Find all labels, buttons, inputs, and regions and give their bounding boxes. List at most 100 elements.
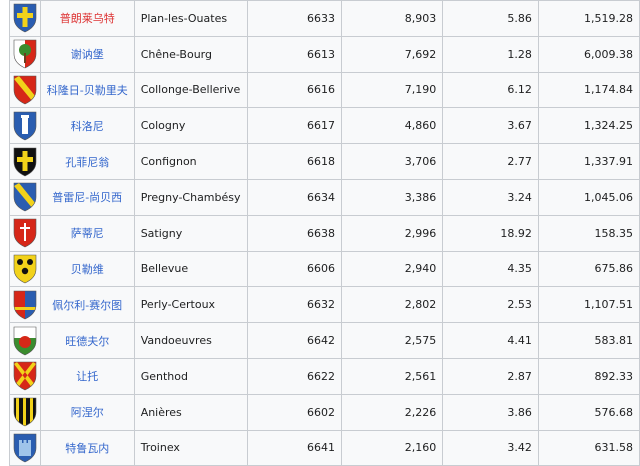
commune-link[interactable]: 阿涅尔 [71, 406, 104, 419]
table-row: 让托 Genthod 6622 2,561 2.87 892.33 [9, 357, 640, 395]
coat-of-arms-icon[interactable] [10, 147, 39, 177]
commune-link[interactable]: 普雷尼-尚贝西 [52, 191, 122, 204]
commune-link[interactable]: 佩尔利-赛尔图 [52, 299, 122, 312]
coat-of-arms-cell [9, 107, 41, 145]
chinese-name-cell: 孔菲尼翁 [39, 143, 135, 180]
commune-code-cell: 6606 [246, 250, 342, 288]
coat-of-arms-icon[interactable] [10, 39, 39, 69]
table-row: 普雷尼-尚贝西 Pregny-Chambésy 6634 3,386 3.24 1,045… [9, 178, 640, 216]
table-row: 佩尔利-赛尔图 Perly-Certoux 6632 2,802 2.53 1,107.5… [9, 286, 640, 324]
commune-code-cell: 6613 [246, 35, 342, 73]
table-row: 贝勒维 Bellevue 6606 2,940 4.35 675.86 [9, 250, 640, 288]
chinese-name-cell: 科洛尼 [39, 107, 135, 145]
commune-link[interactable]: 特鲁瓦内 [65, 442, 109, 455]
population-cell: 2,226 [340, 393, 444, 431]
chinese-name-cell: 普雷尼-尚贝西 [39, 178, 135, 216]
area-cell: 2.87 [442, 357, 539, 395]
coat-of-arms-icon[interactable] [10, 75, 39, 105]
area-cell: 4.41 [442, 322, 539, 359]
coat-of-arms-icon[interactable] [10, 182, 39, 212]
coat-of-arms-icon[interactable] [10, 111, 39, 141]
density-cell: 675.86 [537, 250, 640, 288]
coat-of-arms-cell [9, 178, 41, 216]
coat-of-arms-icon[interactable] [10, 433, 39, 463]
coat-of-arms-icon[interactable] [10, 290, 39, 320]
commune-link[interactable]: 旺德夫尔 [65, 335, 109, 348]
chinese-name-cell: 谢讷堡 [39, 35, 135, 73]
coat-of-arms-cell [9, 143, 41, 180]
coat-of-arms-icon[interactable] [10, 397, 39, 427]
french-name-cell: Satigny [133, 214, 248, 252]
population-cell: 2,802 [340, 286, 444, 324]
area-cell: 1.28 [442, 35, 539, 73]
commune-link[interactable]: 科隆日-贝勒里夫 [47, 84, 128, 97]
area-cell: 3.42 [442, 429, 539, 466]
commune-link[interactable]: 萨蒂尼 [71, 227, 104, 240]
population-cell: 2,940 [340, 250, 444, 288]
coat-of-arms-cell [9, 322, 41, 359]
density-cell: 1,324.25 [537, 107, 640, 145]
french-name-cell: Collonge-Bellerive [133, 71, 248, 109]
commune-link[interactable]: 让托 [76, 370, 98, 383]
french-name-cell: Pregny-Chambésy [133, 178, 248, 216]
area-cell: 5.86 [442, 0, 539, 37]
coat-of-arms-icon[interactable] [10, 326, 39, 356]
coat-of-arms-icon[interactable] [10, 3, 39, 33]
coat-of-arms-icon[interactable] [10, 218, 39, 248]
french-name-cell: Vandoeuvres [133, 322, 248, 359]
commune-code-cell: 6638 [246, 214, 342, 252]
area-cell: 3.24 [442, 178, 539, 216]
population-cell: 8,903 [340, 0, 444, 37]
commune-code-cell: 6602 [246, 393, 342, 431]
commune-link[interactable]: 孔菲尼翁 [65, 156, 109, 169]
commune-code-cell: 6617 [246, 107, 342, 145]
density-cell: 6,009.38 [537, 35, 640, 73]
table-row: 萨蒂尼 Satigny 6638 2,996 18.92 158.35 [9, 214, 640, 252]
coat-of-arms-cell [9, 214, 41, 252]
chinese-name-cell: 萨蒂尼 [39, 214, 135, 252]
commune-link[interactable]: 科洛尼 [71, 120, 104, 133]
population-cell: 2,575 [340, 322, 444, 359]
density-cell: 1,045.06 [537, 178, 640, 216]
commune-code-cell: 6618 [246, 143, 342, 180]
table-row: 孔菲尼翁 Confignon 6618 3,706 2.77 1,337.91 [9, 143, 640, 180]
table-row: 特鲁瓦内 Troinex 6641 2,160 3.42 631.58 [9, 429, 640, 466]
commune-code-cell: 6642 [246, 322, 342, 359]
density-cell: 1,337.91 [537, 143, 640, 180]
chinese-name-cell: 贝勒维 [39, 250, 135, 288]
density-cell: 1,519.28 [537, 0, 640, 37]
communes-table: 普朗莱乌特 Plan-les-Ouates 6633 8,903 5.86 1,519.2… [9, 0, 640, 466]
chinese-name-cell: 旺德夫尔 [39, 322, 135, 359]
coat-of-arms-cell [9, 286, 41, 324]
coat-of-arms-icon[interactable] [10, 361, 39, 391]
area-cell: 6.12 [442, 71, 539, 109]
commune-link[interactable]: 贝勒维 [71, 263, 104, 276]
commune-link[interactable]: 普朗莱乌特 [60, 12, 115, 25]
chinese-name-cell: 佩尔利-赛尔图 [39, 286, 135, 324]
commune-code-cell: 6633 [246, 0, 342, 37]
french-name-cell: Perly-Certoux [133, 286, 248, 324]
population-cell: 4,860 [340, 107, 444, 145]
french-name-cell: Genthod [133, 357, 248, 395]
chinese-name-cell: 阿涅尔 [39, 393, 135, 431]
area-cell: 3.67 [442, 107, 539, 145]
commune-link[interactable]: 谢讷堡 [71, 48, 104, 61]
coat-of-arms-cell [9, 429, 41, 466]
coat-of-arms-cell [9, 357, 41, 395]
coat-of-arms-icon[interactable] [10, 254, 39, 284]
table-row: 旺德夫尔 Vandoeuvres 6642 2,575 4.41 583.81 [9, 322, 640, 359]
chinese-name-cell: 普朗莱乌特 [39, 0, 135, 37]
french-name-cell: Cologny [133, 107, 248, 145]
french-name-cell: Anières [133, 393, 248, 431]
coat-of-arms-cell [9, 250, 41, 288]
french-name-cell: Confignon [133, 143, 248, 180]
area-cell: 2.77 [442, 143, 539, 180]
table-row: 阿涅尔 Anières 6602 2,226 3.86 576.68 [9, 393, 640, 431]
density-cell: 1,174.84 [537, 71, 640, 109]
chinese-name-cell: 让托 [39, 357, 135, 395]
density-cell: 158.35 [537, 214, 640, 252]
table-row: 科洛尼 Cologny 6617 4,860 3.67 1,324.25 [9, 107, 640, 145]
area-cell: 18.92 [442, 214, 539, 252]
french-name-cell: Chêne-Bourg [133, 35, 248, 73]
area-cell: 3.86 [442, 393, 539, 431]
